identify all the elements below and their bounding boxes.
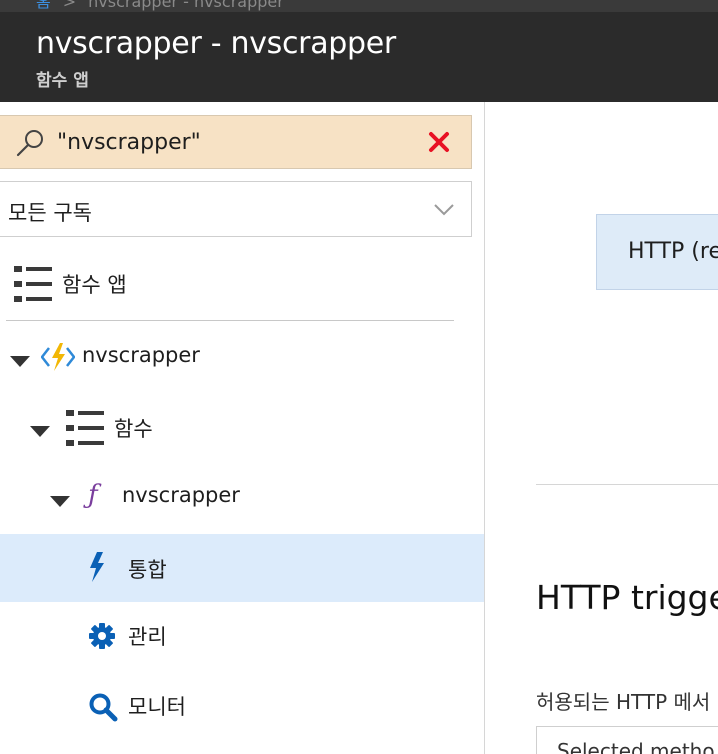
search-icon (15, 128, 45, 162)
tree-item-monitor[interactable]: 모니터 (0, 672, 484, 738)
search-icon (88, 692, 118, 726)
function-icon: ƒ (88, 480, 98, 510)
tree-item-functions-label: 함수 (114, 417, 153, 441)
subscription-filter-select[interactable]: 모든 구독 (0, 181, 472, 237)
lightning-icon (88, 552, 106, 586)
tree-item-app-label: nvscrapper (82, 343, 200, 367)
page-title: nvscrapper - nvscrapper (36, 26, 396, 61)
http-trigger-label: HTTP (re (628, 239, 718, 264)
function-apps-label: 함수 앱 (62, 273, 127, 297)
page-subtitle: 함수 앱 (36, 71, 89, 91)
tree-item-manage[interactable]: 관리 (0, 602, 484, 668)
caret-down-icon[interactable] (50, 493, 70, 512)
breadcrumb-separator: > (62, 0, 77, 11)
list-icon (14, 266, 54, 306)
breadcrumb-home[interactable]: 홈 (36, 0, 51, 11)
allowed-methods-label: 허용되는 HTTP 메서 (536, 690, 711, 714)
chevron-down-icon (433, 202, 455, 221)
tree-item-function[interactable]: ƒ nvscrapper (0, 464, 484, 530)
methods-select-value: Selected metho (557, 739, 715, 754)
search-value[interactable]: "nvscrapper" (57, 130, 201, 155)
tree-item-manage-label: 관리 (128, 625, 167, 649)
tree-item-integrate[interactable]: 통합 (0, 534, 484, 602)
breadcrumb-item[interactable]: nvscrapper - nvscrapper (88, 0, 284, 11)
tree-item-function-label: nvscrapper (122, 483, 240, 507)
methods-select[interactable]: Selected metho (536, 726, 718, 754)
tree-item-monitor-label: 모니터 (128, 695, 186, 719)
list-icon (66, 410, 106, 450)
subscription-filter-value: 모든 구독 (8, 201, 92, 225)
sidebar: "nvscrapper" 모든 구독 함수 앱 nvscrapper 함수 ƒ … (0, 102, 485, 754)
caret-down-icon[interactable] (10, 353, 30, 372)
function-app-icon (40, 342, 76, 376)
tree-item-functions[interactable]: 함수 (0, 394, 484, 460)
section-title: HTTP trigge (536, 578, 718, 617)
header-bar: 홈 > nvscrapper - nvscrapper nvscrapper - n… (0, 0, 718, 102)
tree-item-integrate-label: 통합 (128, 558, 167, 582)
http-trigger-box[interactable]: HTTP (re (596, 214, 718, 290)
main-content: HTTP (re HTTP trigge 허용되는 HTTP 메서 Select… (485, 102, 718, 754)
close-icon[interactable] (427, 130, 451, 158)
divider (536, 484, 718, 485)
breadcrumb: 홈 > nvscrapper - nvscrapper (0, 0, 718, 12)
caret-down-icon[interactable] (30, 423, 50, 442)
divider (6, 320, 454, 321)
search-input[interactable]: "nvscrapper" (0, 115, 472, 169)
tree-item-app[interactable]: nvscrapper (0, 324, 484, 390)
gear-icon (88, 622, 116, 654)
function-apps-header[interactable]: 함수 앱 (0, 250, 484, 316)
